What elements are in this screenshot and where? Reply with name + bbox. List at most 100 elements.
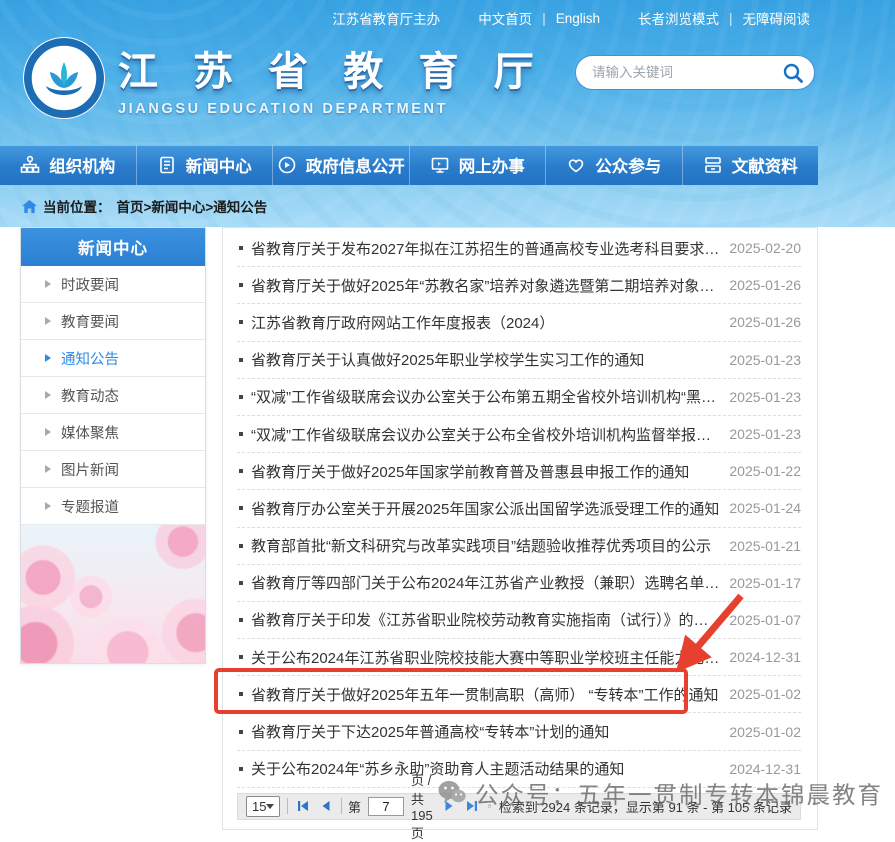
nav-item-online-services[interactable]: 网上办事 bbox=[410, 145, 547, 185]
notice-date: 2024-12-31 bbox=[729, 761, 801, 777]
notice-row: “双减”工作省级联席会议办公室关于公布全省校外培训机构监督举报电话的公... 2… bbox=[237, 416, 801, 453]
nav-item-gov-info[interactable]: 政府信息公开 bbox=[273, 145, 410, 185]
notice-date: 2025-01-23 bbox=[729, 389, 801, 405]
sidebar-title: 新闻中心 bbox=[21, 228, 205, 266]
notice-date: 2025-01-02 bbox=[729, 724, 801, 740]
pagination-bar: 15 第 页 / 共 195 页 检索到 2924 条记录，显示第 91 条 -… bbox=[237, 793, 801, 820]
notice-date: 2025-01-21 bbox=[729, 538, 801, 554]
triangle-icon bbox=[45, 428, 51, 436]
refresh-icon[interactable] bbox=[487, 798, 492, 815]
sidebar-item-education-news[interactable]: 教育要闻 bbox=[21, 303, 205, 340]
notice-link[interactable]: 省教育厅关于做好2025年五年一贯制高职（高师） “专转本”工作的通知 bbox=[251, 684, 719, 705]
breadcrumb-label: 当前位置： bbox=[43, 196, 111, 216]
sidebar-item-notices[interactable]: 通知公告 bbox=[21, 340, 205, 377]
notice-link[interactable]: 省教育厅关于做好2025年“苏教名家”培养对象遴选暨第二期培养对象终期... bbox=[251, 275, 721, 296]
sidebar-item-special-reports[interactable]: 专题报道 bbox=[21, 488, 205, 525]
notice-date: 2025-01-02 bbox=[729, 686, 801, 702]
nav-item-public-participation[interactable]: 公众参与 bbox=[546, 145, 683, 185]
notice-link[interactable]: 教育部首批“新文科研究与改革实践项目”结题验收推荐优秀项目的公示 bbox=[251, 535, 711, 556]
notice-link[interactable]: “双减”工作省级联席会议办公室关于公布第五期全省校外培训机构“黑白名单... bbox=[251, 386, 721, 407]
notice-link[interactable]: 省教育厅等四部门关于公布2024年江苏省产业教授（兼职）选聘名单的通知 bbox=[251, 572, 721, 593]
nav-item-news-center[interactable]: 新闻中心 bbox=[137, 145, 274, 185]
triangle-icon bbox=[45, 354, 51, 362]
notice-date: 2025-01-26 bbox=[729, 314, 801, 330]
divider: | bbox=[542, 11, 546, 26]
bullet-icon bbox=[239, 581, 243, 585]
notice-link[interactable]: 省教育厅关于发布2027年拟在江苏招生的普通高校专业选考科目要求的公告 bbox=[251, 238, 721, 259]
info-disclosure-icon bbox=[277, 155, 297, 175]
bullet-icon bbox=[239, 730, 243, 734]
notice-link[interactable]: 省教育厅关于下达2025年普通高校“专转本”计划的通知 bbox=[251, 721, 609, 742]
notice-row: 省教育厅关于做好2025年“苏教名家”培养对象遴选暨第二期培养对象终期... 2… bbox=[237, 267, 801, 304]
page-number-input[interactable] bbox=[368, 797, 404, 816]
page-size-select[interactable]: 15 bbox=[246, 796, 280, 817]
notice-row: 江苏省教育厅政府网站工作年度报表（2024） 2025-01-26 bbox=[237, 304, 801, 341]
notice-link[interactable]: 省教育厅办公室关于开展2025年国家公派出国留学选派受理工作的通知 bbox=[251, 498, 719, 519]
sidebar-item-label: 时政要闻 bbox=[61, 274, 119, 295]
notice-link[interactable]: “双减”工作省级联席会议办公室关于公布全省校外培训机构监督举报电话的公... bbox=[251, 424, 721, 445]
site-title: 江 苏 省 教 育 厅 bbox=[118, 39, 546, 97]
bullet-icon bbox=[239, 618, 243, 622]
top-utility-bar: 江苏省教育厅主办 中文首页 | English 长者浏览模式 | 无障碍阅读 bbox=[332, 8, 810, 28]
sidebar-item-photo-news[interactable]: 图片新闻 bbox=[21, 451, 205, 488]
notice-date: 2025-01-22 bbox=[729, 463, 801, 479]
search-box bbox=[575, 55, 815, 90]
nav-label: 文献资料 bbox=[732, 153, 798, 177]
first-page-button[interactable] bbox=[295, 798, 311, 814]
breadcrumb-path[interactable]: 首页>新闻中心>通知公告 bbox=[117, 196, 268, 216]
notice-row: 教育部首批“新文科研究与改革实践项目”结题验收推荐优秀项目的公示 2025-01… bbox=[237, 528, 801, 565]
divider: | bbox=[729, 11, 733, 26]
triangle-icon bbox=[45, 280, 51, 288]
search-input[interactable] bbox=[592, 65, 782, 80]
next-page-button[interactable] bbox=[441, 798, 457, 814]
link-elder-mode[interactable]: 长者浏览模式 bbox=[638, 8, 719, 28]
record-summary: 检索到 2924 条记录，显示第 91 条 - 第 105 条记录 bbox=[499, 797, 792, 816]
bullet-icon bbox=[239, 767, 243, 771]
nav-item-organization[interactable]: 组织机构 bbox=[0, 145, 137, 185]
sidebar-item-media-focus[interactable]: 媒体聚焦 bbox=[21, 414, 205, 451]
notice-date: 2025-01-26 bbox=[729, 277, 801, 293]
notice-link[interactable]: 关于公布2024年江苏省职业院校技能大赛中等职业学校班主任能力比赛获奖 bbox=[251, 647, 721, 668]
previous-page-button[interactable] bbox=[318, 798, 334, 814]
notice-link[interactable]: 江苏省教育厅政府网站工作年度报表（2024） bbox=[251, 312, 554, 333]
bullet-icon bbox=[239, 506, 243, 510]
department-logo-icon bbox=[22, 36, 106, 120]
last-page-button[interactable] bbox=[464, 798, 480, 814]
notice-link[interactable]: 省教育厅关于印发《江苏省职业院校劳动教育实施指南（试行）》的通知 bbox=[251, 609, 721, 630]
sidebar: 新闻中心 时政要闻 教育要闻 通知公告 教育动态 媒体聚焦 图片新闻 专题报道 bbox=[20, 227, 206, 664]
link-accessibility[interactable]: 无障碍阅读 bbox=[743, 8, 811, 28]
bullet-icon bbox=[239, 544, 243, 548]
sidebar-item-label: 教育动态 bbox=[61, 385, 119, 406]
bullet-icon bbox=[239, 655, 243, 659]
page-label-suffix: 页 / 共 195 页 bbox=[411, 770, 434, 842]
link-chinese-home[interactable]: 中文首页 bbox=[478, 8, 532, 28]
notice-row-highlighted: 省教育厅关于做好2025年五年一贯制高职（高师） “专转本”工作的通知 2025… bbox=[237, 676, 801, 713]
search-icon[interactable] bbox=[782, 62, 804, 84]
link-english[interactable]: English bbox=[556, 11, 600, 26]
sidebar-item-label: 媒体聚焦 bbox=[61, 422, 119, 443]
breadcrumb: 当前位置： 首页>新闻中心>通知公告 bbox=[22, 196, 267, 216]
notice-link[interactable]: 关于公布2024年“苏乡永助”资助育人主题活动结果的通知 bbox=[251, 758, 624, 779]
sidebar-item-label: 教育要闻 bbox=[61, 311, 119, 332]
notice-row: 省教育厅关于做好2025年国家学前教育普及普惠县申报工作的通知 2025-01-… bbox=[237, 453, 801, 490]
notice-link[interactable]: 省教育厅关于做好2025年国家学前教育普及普惠县申报工作的通知 bbox=[251, 461, 689, 482]
bullet-icon bbox=[239, 320, 243, 324]
notice-date: 2025-01-24 bbox=[729, 500, 801, 516]
triangle-icon bbox=[45, 391, 51, 399]
notice-link[interactable]: 省教育厅关于认真做好2025年职业学校学生实习工作的通知 bbox=[251, 349, 644, 370]
sidebar-item-label: 专题报道 bbox=[61, 496, 119, 517]
link-host-site[interactable]: 江苏省教育厅主办 bbox=[332, 8, 440, 28]
sidebar-item-current-politics[interactable]: 时政要闻 bbox=[21, 266, 205, 303]
triangle-icon bbox=[45, 465, 51, 473]
notice-row: 省教育厅关于发布2027年拟在江苏招生的普通高校专业选考科目要求的公告 2025… bbox=[237, 230, 801, 267]
notice-row: 关于公布2024年“苏乡永助”资助育人主题活动结果的通知 2024-12-31 bbox=[237, 751, 801, 788]
notice-row: 省教育厅等四部门关于公布2024年江苏省产业教授（兼职）选聘名单的通知 2025… bbox=[237, 565, 801, 602]
nav-label: 新闻中心 bbox=[186, 153, 252, 177]
nav-label: 网上办事 bbox=[459, 153, 525, 177]
bullet-icon bbox=[239, 469, 243, 473]
notice-row: 省教育厅办公室关于开展2025年国家公派出国留学选派受理工作的通知 2025-0… bbox=[237, 490, 801, 527]
sidebar-item-education-dynamics[interactable]: 教育动态 bbox=[21, 377, 205, 414]
site-subtitle: JIANGSU EDUCATION DEPARTMENT bbox=[118, 101, 546, 117]
nav-item-documents[interactable]: 文献资料 bbox=[683, 145, 819, 185]
notice-date: 2025-01-23 bbox=[729, 352, 801, 368]
